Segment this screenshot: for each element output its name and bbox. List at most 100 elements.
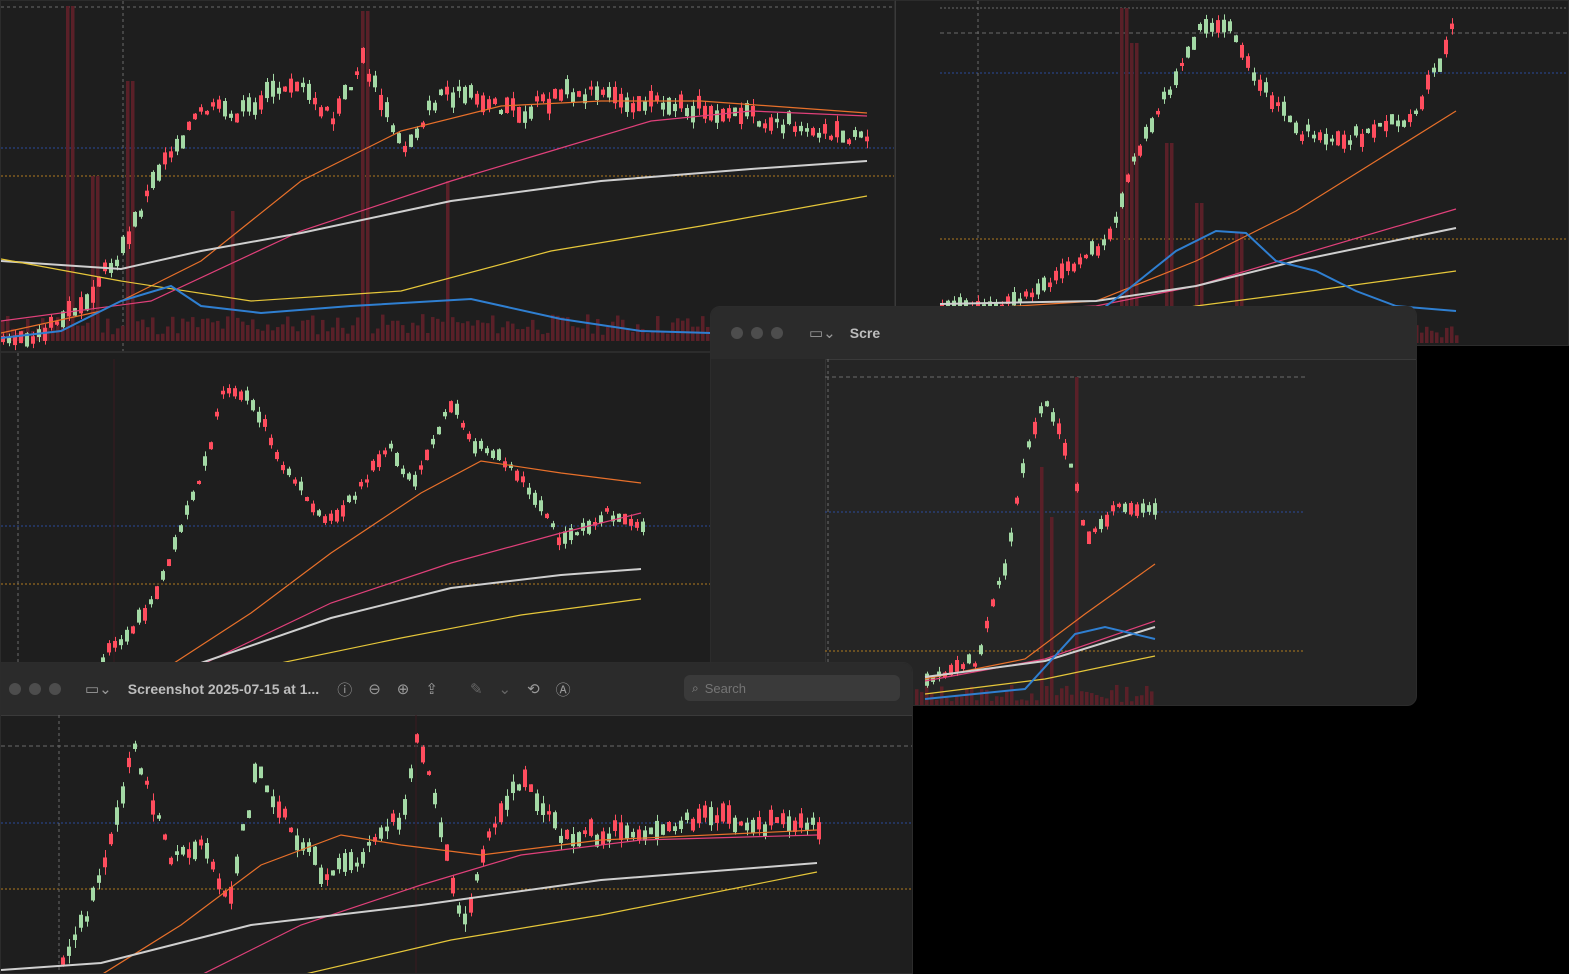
candle-body (1045, 401, 1049, 407)
candle-body (131, 626, 135, 634)
volume-bar (661, 331, 665, 341)
candle-body (203, 456, 207, 466)
candle-body (1210, 22, 1214, 32)
volume-bar (441, 321, 445, 341)
chart-window-middle-left[interactable] (0, 352, 712, 664)
candle-body (553, 812, 557, 829)
markup-icon[interactable]: Ⓐ (556, 679, 571, 700)
volume-bar (581, 328, 585, 341)
volume-bar (326, 331, 330, 341)
sidebar-toggle-icon[interactable]: ▭⌄ (809, 324, 836, 342)
candle-body (191, 491, 195, 500)
pencil-icon[interactable]: ✎ (470, 680, 483, 698)
candle-body (113, 640, 117, 648)
candle-body (247, 97, 251, 112)
preview-window-middle-right[interactable]: ▭⌄ Scre (710, 306, 1417, 706)
rotate-icon[interactable]: ⟲ (527, 680, 540, 698)
candle-body (433, 792, 437, 805)
chart-window-top-left[interactable] (0, 0, 895, 352)
candle-body (563, 531, 567, 544)
close-button[interactable] (9, 683, 21, 695)
minimize-button[interactable] (751, 327, 763, 339)
volume-bar (316, 334, 320, 341)
candle-body (145, 780, 149, 785)
candle-body (629, 518, 633, 526)
candle-body (355, 862, 359, 867)
candle-body (515, 470, 519, 481)
candle-body (467, 433, 471, 440)
candle-body (487, 831, 491, 838)
candle-body (121, 236, 125, 254)
volume-bar (945, 697, 949, 705)
volume-bar (1110, 690, 1114, 705)
candle-body (91, 887, 95, 901)
volume-bar (66, 6, 70, 341)
zoom-button[interactable] (49, 683, 61, 695)
candle-body (433, 102, 437, 111)
candle-body (1144, 126, 1148, 139)
candle-body (559, 89, 563, 101)
volume-bar (1020, 699, 1024, 705)
candle-body (175, 851, 179, 855)
candle-body (775, 817, 779, 824)
info-icon[interactable]: ⓘ (337, 679, 352, 700)
candle-body (1180, 62, 1184, 67)
volume-bar (231, 211, 235, 341)
candle-body (295, 835, 299, 851)
candle-body (523, 111, 527, 123)
sidebar-toggle-icon[interactable]: ▭⌄ (85, 680, 112, 698)
candle-body (1066, 261, 1070, 271)
candle-body (241, 824, 245, 831)
candle-body (355, 71, 359, 76)
volume-bar (1435, 332, 1439, 343)
candle-body (517, 784, 521, 791)
share-icon[interactable]: ⇪ (425, 680, 438, 698)
volume-bar (491, 315, 495, 341)
candle-body (529, 784, 533, 792)
candle-body (1372, 124, 1376, 138)
candle-body (587, 520, 591, 534)
candle-body (401, 468, 405, 475)
candle-body (43, 327, 47, 341)
candle-body (823, 124, 827, 134)
candle-body (385, 102, 389, 118)
volume-bar (1100, 696, 1104, 705)
candle-body (1204, 19, 1208, 34)
volume-bar (1440, 337, 1444, 343)
candle-body (1192, 36, 1196, 50)
ema-line-orange (172, 460, 642, 663)
candle-body (967, 654, 971, 664)
close-button[interactable] (731, 327, 743, 339)
candle-body (31, 336, 35, 344)
preview-window-bottom[interactable]: ▭⌄ Screenshot 2025-07-15 at 1... ⓘ ⊖ ⊕ ⇪… (0, 662, 913, 974)
candle-body (427, 100, 431, 111)
candle-body (533, 492, 537, 505)
candle-body (221, 390, 225, 395)
candle-body (1099, 518, 1103, 530)
search-input[interactable] (702, 679, 887, 697)
volume-bar (1015, 700, 1019, 705)
volume-bar (516, 329, 520, 341)
zoom-in-icon[interactable]: ⊕ (397, 680, 410, 698)
chart-window-top-right[interactable] (895, 0, 1569, 346)
candle-body (1312, 134, 1316, 139)
candle-body (601, 89, 605, 95)
candle-body (635, 521, 639, 528)
volume-bar (1420, 332, 1424, 343)
volume-bar (391, 320, 395, 341)
candle-body (451, 92, 455, 108)
minimize-button[interactable] (29, 683, 41, 695)
search-field[interactable]: ⌕ (684, 675, 900, 701)
volume-bar (935, 699, 939, 705)
volume-bar (266, 324, 270, 341)
candle-body (385, 826, 389, 832)
volume-bar (196, 327, 200, 341)
chevron-down-icon[interactable]: ⌄ (499, 680, 512, 698)
volume-bar (446, 181, 450, 341)
candle-body (1138, 145, 1142, 156)
zoom-button[interactable] (771, 327, 783, 339)
volume-bar (221, 328, 225, 341)
candle-body (463, 86, 467, 104)
zoom-out-icon[interactable]: ⊖ (368, 680, 381, 698)
volume-bar (356, 317, 360, 341)
